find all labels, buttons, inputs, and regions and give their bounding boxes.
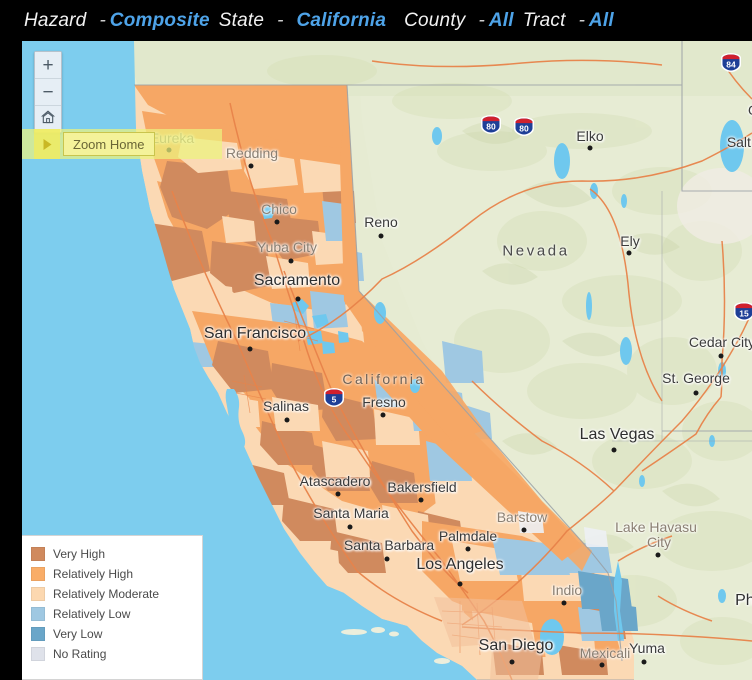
legend-label: Relatively Low xyxy=(53,607,131,621)
legend-swatch xyxy=(31,567,45,581)
legend-label: Very High xyxy=(53,547,106,561)
minus-icon: − xyxy=(42,81,54,103)
legend-swatch xyxy=(31,627,45,641)
hazard-label: Hazard xyxy=(24,9,87,31)
legend-item[interactable]: Very Low xyxy=(31,624,202,644)
legend-label: Relatively High xyxy=(53,567,134,581)
legend-rows: Very High Relatively High Relatively Moder… xyxy=(31,544,202,664)
play-arrow-icon xyxy=(42,138,53,151)
legend-item[interactable]: Very High xyxy=(31,544,202,564)
zoom-out-button[interactable]: − xyxy=(35,78,61,105)
plus-icon: + xyxy=(42,54,54,76)
state-label: State xyxy=(218,9,265,31)
zoom-home-tooltip-label: Zoom Home xyxy=(73,136,145,152)
home-icon xyxy=(40,109,56,129)
zoom-controls[interactable]: + − xyxy=(34,51,62,133)
map-application: Hazard - Composite State - California Co… xyxy=(0,0,752,680)
hazard-dash: - xyxy=(99,9,106,31)
legend-label: Relatively Moderate xyxy=(53,587,160,601)
map-legend: Very High Relatively High Relatively Moder… xyxy=(22,535,203,680)
zoom-home-play-button[interactable] xyxy=(34,129,60,159)
hazard-value[interactable]: Composite xyxy=(110,10,210,32)
tract-label: Tract xyxy=(522,9,566,31)
header-bar: Hazard - Composite State - California Co… xyxy=(0,0,752,41)
legend-swatch xyxy=(31,587,45,601)
tract-dash: - xyxy=(578,9,585,31)
zoom-home-tooltip: Zoom Home xyxy=(63,132,155,156)
county-dash: - xyxy=(478,9,485,31)
state-value[interactable]: California xyxy=(296,10,386,32)
legend-item[interactable]: No Rating xyxy=(31,644,202,664)
county-value[interactable]: All xyxy=(489,10,514,32)
legend-item[interactable]: Relatively High xyxy=(31,564,202,584)
zoom-in-button[interactable]: + xyxy=(35,52,61,78)
map-viewport[interactable]: NevadaCaliforniaEurekaReddingChicoYuba C… xyxy=(22,41,752,680)
legend-label: No Rating xyxy=(53,647,107,661)
home-button[interactable] xyxy=(35,105,61,132)
legend-swatch xyxy=(31,647,45,661)
legend-item[interactable]: Relatively Moderate xyxy=(31,584,202,604)
legend-swatch xyxy=(31,547,45,561)
legend-label: Very Low xyxy=(53,627,103,641)
tract-value[interactable]: All xyxy=(589,10,614,32)
legend-item[interactable]: Relatively Low xyxy=(31,604,202,624)
state-dash: - xyxy=(277,9,284,31)
legend-swatch xyxy=(31,607,45,621)
county-label: County xyxy=(404,9,466,31)
